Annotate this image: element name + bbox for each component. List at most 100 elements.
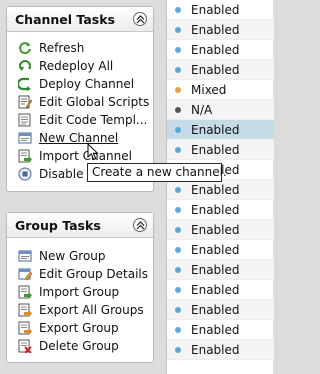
import-group-icon	[17, 284, 33, 300]
status-row[interactable]: Enabled	[167, 320, 274, 340]
task-label: Delete Group	[39, 339, 119, 353]
status-dot-icon	[175, 106, 181, 113]
task-label: Export Group	[39, 321, 119, 335]
new-channel-task[interactable]: New Channel	[17, 129, 153, 147]
deploy-channel-task[interactable]: Deploy Channel	[17, 75, 153, 93]
status-dot-icon	[175, 26, 181, 33]
status-text: Enabled	[191, 302, 240, 317]
status-dot-icon	[175, 306, 181, 313]
status-text: Mixed	[191, 82, 227, 97]
task-label: Deploy Channel	[39, 77, 135, 91]
status-text: Enabled	[191, 182, 240, 197]
refresh-icon	[17, 40, 33, 56]
deploy-icon	[17, 76, 33, 92]
status-text: N/A	[191, 102, 213, 117]
status-row[interactable]: Enabled	[167, 340, 274, 360]
delete-group-task[interactable]: Delete Group	[17, 337, 153, 355]
group-task-list: New Group Edit Group Details Import Grou…	[7, 238, 153, 358]
code-template-icon	[17, 112, 33, 128]
status-dot-icon	[175, 206, 181, 213]
import-channel-icon	[17, 148, 33, 164]
status-dot-icon	[175, 326, 181, 333]
status-dot-icon	[175, 246, 181, 253]
task-label: New Channel	[39, 131, 119, 145]
task-label: Export All Groups	[39, 303, 144, 317]
refresh-task[interactable]: Refresh	[17, 39, 153, 57]
disable-channel-icon	[17, 166, 33, 182]
status-text: Enabled	[191, 242, 240, 257]
status-row[interactable]: Enabled	[167, 260, 274, 280]
status-text: Enabled	[191, 2, 240, 17]
task-label: New Group	[39, 249, 106, 263]
task-label: Edit Group Details	[39, 267, 149, 281]
status-text: Enabled	[191, 122, 240, 137]
status-row[interactable]: Enabled	[167, 280, 274, 300]
new-group-task[interactable]: New Group	[17, 247, 153, 265]
group-tasks-pane: Group Tasks New Group Edit Group Details…	[6, 212, 154, 363]
group-tasks-title: Group Tasks	[15, 217, 101, 233]
status-dot-icon	[175, 46, 181, 53]
status-row[interactable]: Enabled	[167, 240, 274, 260]
task-label: Import Channel	[39, 149, 132, 163]
channel-tasks-title: Channel Tasks	[15, 11, 115, 27]
collapse-icon[interactable]	[133, 12, 147, 26]
status-dot-icon	[175, 186, 181, 193]
export-group-task[interactable]: Export Group	[17, 319, 153, 337]
export-all-groups-task[interactable]: Export All Groups	[17, 301, 153, 319]
status-text: Enabled	[191, 22, 240, 37]
status-row[interactable]: Enabled	[167, 20, 274, 40]
status-text: Enabled	[191, 262, 240, 277]
status-row[interactable]: Enabled	[167, 0, 274, 20]
status-dot-icon	[175, 346, 181, 353]
new-channel-tooltip: Create a new channel.	[87, 163, 227, 182]
edit-group-icon	[17, 266, 33, 282]
status-dot-icon	[175, 286, 181, 293]
edit-scripts-icon	[17, 94, 33, 110]
status-row[interactable]: Enabled	[167, 40, 274, 60]
status-row[interactable]: Enabled	[167, 200, 274, 220]
mouse-cursor-icon	[87, 143, 99, 161]
status-dot-icon	[175, 66, 181, 73]
export-all-groups-icon	[17, 302, 33, 318]
export-group-icon	[17, 320, 33, 336]
new-channel-icon	[17, 130, 33, 146]
status-text: Enabled	[191, 222, 240, 237]
status-dot-icon	[175, 126, 181, 133]
group-tasks-header[interactable]: Group Tasks	[7, 213, 153, 238]
redeploy-all-task[interactable]: Redeploy All	[17, 57, 153, 75]
status-text: Enabled	[191, 42, 240, 57]
status-dot-icon	[175, 266, 181, 273]
status-row[interactable]: N/A	[167, 100, 274, 120]
import-group-task[interactable]: Import Group	[17, 283, 153, 301]
status-dot-icon	[175, 86, 181, 93]
collapse-icon[interactable]	[133, 218, 147, 232]
status-row[interactable]: Enabled	[167, 300, 274, 320]
channel-tasks-header[interactable]: Channel Tasks	[7, 7, 153, 32]
status-text: Enabled	[191, 142, 240, 157]
delete-group-icon	[17, 338, 33, 354]
status-row[interactable]: Enabled	[167, 60, 274, 80]
task-label: Refresh	[39, 41, 85, 55]
status-row-selected[interactable]: Enabled	[167, 120, 274, 140]
edit-group-details-task[interactable]: Edit Group Details	[17, 265, 153, 283]
task-label: Import Group	[39, 285, 120, 299]
status-dot-icon	[175, 6, 181, 13]
status-row[interactable]: Enabled	[167, 180, 274, 200]
task-label: Redeploy All	[39, 59, 114, 73]
status-text: Enabled	[191, 62, 240, 77]
status-text: Enabled	[191, 322, 240, 337]
status-row[interactable]: Enabled	[167, 140, 274, 160]
status-dot-icon	[175, 226, 181, 233]
status-text: Enabled	[191, 342, 240, 357]
redeploy-icon	[17, 58, 33, 74]
status-row[interactable]: Mixed	[167, 80, 274, 100]
new-group-icon	[17, 248, 33, 264]
status-dot-icon	[175, 146, 181, 153]
task-label: Edit Code Templ...	[39, 113, 148, 127]
edit-global-scripts-task[interactable]: Edit Global Scripts	[17, 93, 153, 111]
status-text: Enabled	[191, 282, 240, 297]
edit-code-templates-task[interactable]: Edit Code Templ...	[17, 111, 153, 129]
status-row[interactable]: Enabled	[167, 220, 274, 240]
status-text: Enabled	[191, 202, 240, 217]
status-column: Enabled Enabled Enabled Enabled Mixed N/…	[166, 0, 274, 374]
